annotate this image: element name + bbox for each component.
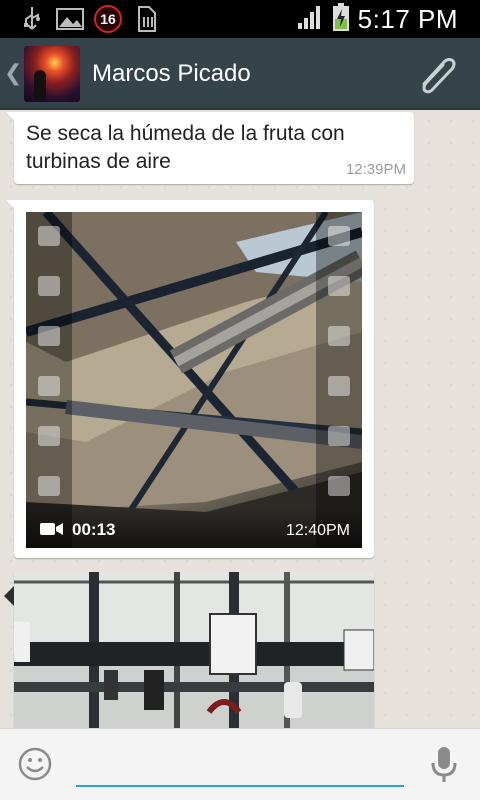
notification-badge: 16 [94, 5, 122, 33]
video-duration: 00:13 [72, 520, 116, 539]
image-message-bubble[interactable] [4, 572, 374, 728]
battery-charging-icon [332, 2, 350, 37]
video-message-bubble[interactable]: 00:13 12:40PM [6, 200, 374, 558]
status-bar-right: 5:17 PM [296, 2, 458, 37]
input-bar [0, 728, 480, 800]
video-camera-icon [40, 522, 64, 536]
status-bar: 16 5:17 PM [0, 0, 480, 38]
back-chevron-icon[interactable]: ❮ [4, 60, 22, 86]
attach-icon[interactable] [416, 54, 460, 94]
video-meta-overlay: 00:13 12:40PM [26, 508, 362, 548]
status-bar-left: 16 [18, 5, 160, 33]
contact-name[interactable]: Marcos Picado [92, 60, 251, 88]
gallery-icon [56, 5, 84, 33]
bubble-tail [6, 200, 16, 210]
filmstrip-left [26, 212, 72, 548]
photo-image [14, 572, 374, 728]
emoji-icon[interactable] [18, 747, 52, 781]
message-input[interactable] [76, 745, 404, 787]
image-thumbnail[interactable] [14, 572, 374, 728]
microphone-icon[interactable] [430, 743, 458, 785]
filmstrip-right [316, 212, 362, 548]
usb-icon [18, 5, 46, 33]
chat-header: ❮ Marcos Picado [0, 38, 480, 110]
chat-area[interactable]: Se seca la húmeda de la fruta con turbin… [0, 110, 480, 728]
contact-avatar[interactable] [24, 46, 80, 102]
text-message-bubble[interactable]: Se seca la húmeda de la fruta con turbin… [6, 112, 414, 184]
bubble-tail [6, 112, 16, 122]
video-thumbnail[interactable]: 00:13 12:40PM [26, 212, 362, 548]
signal-icon [296, 3, 324, 36]
message-time: 12:40PM [285, 522, 350, 539]
bubble-tail [4, 586, 14, 606]
status-clock: 5:17 PM [357, 4, 458, 34]
sim-storage-icon [132, 5, 160, 33]
message-time: 12:39PM [345, 161, 406, 178]
video-frame-image [26, 212, 362, 548]
